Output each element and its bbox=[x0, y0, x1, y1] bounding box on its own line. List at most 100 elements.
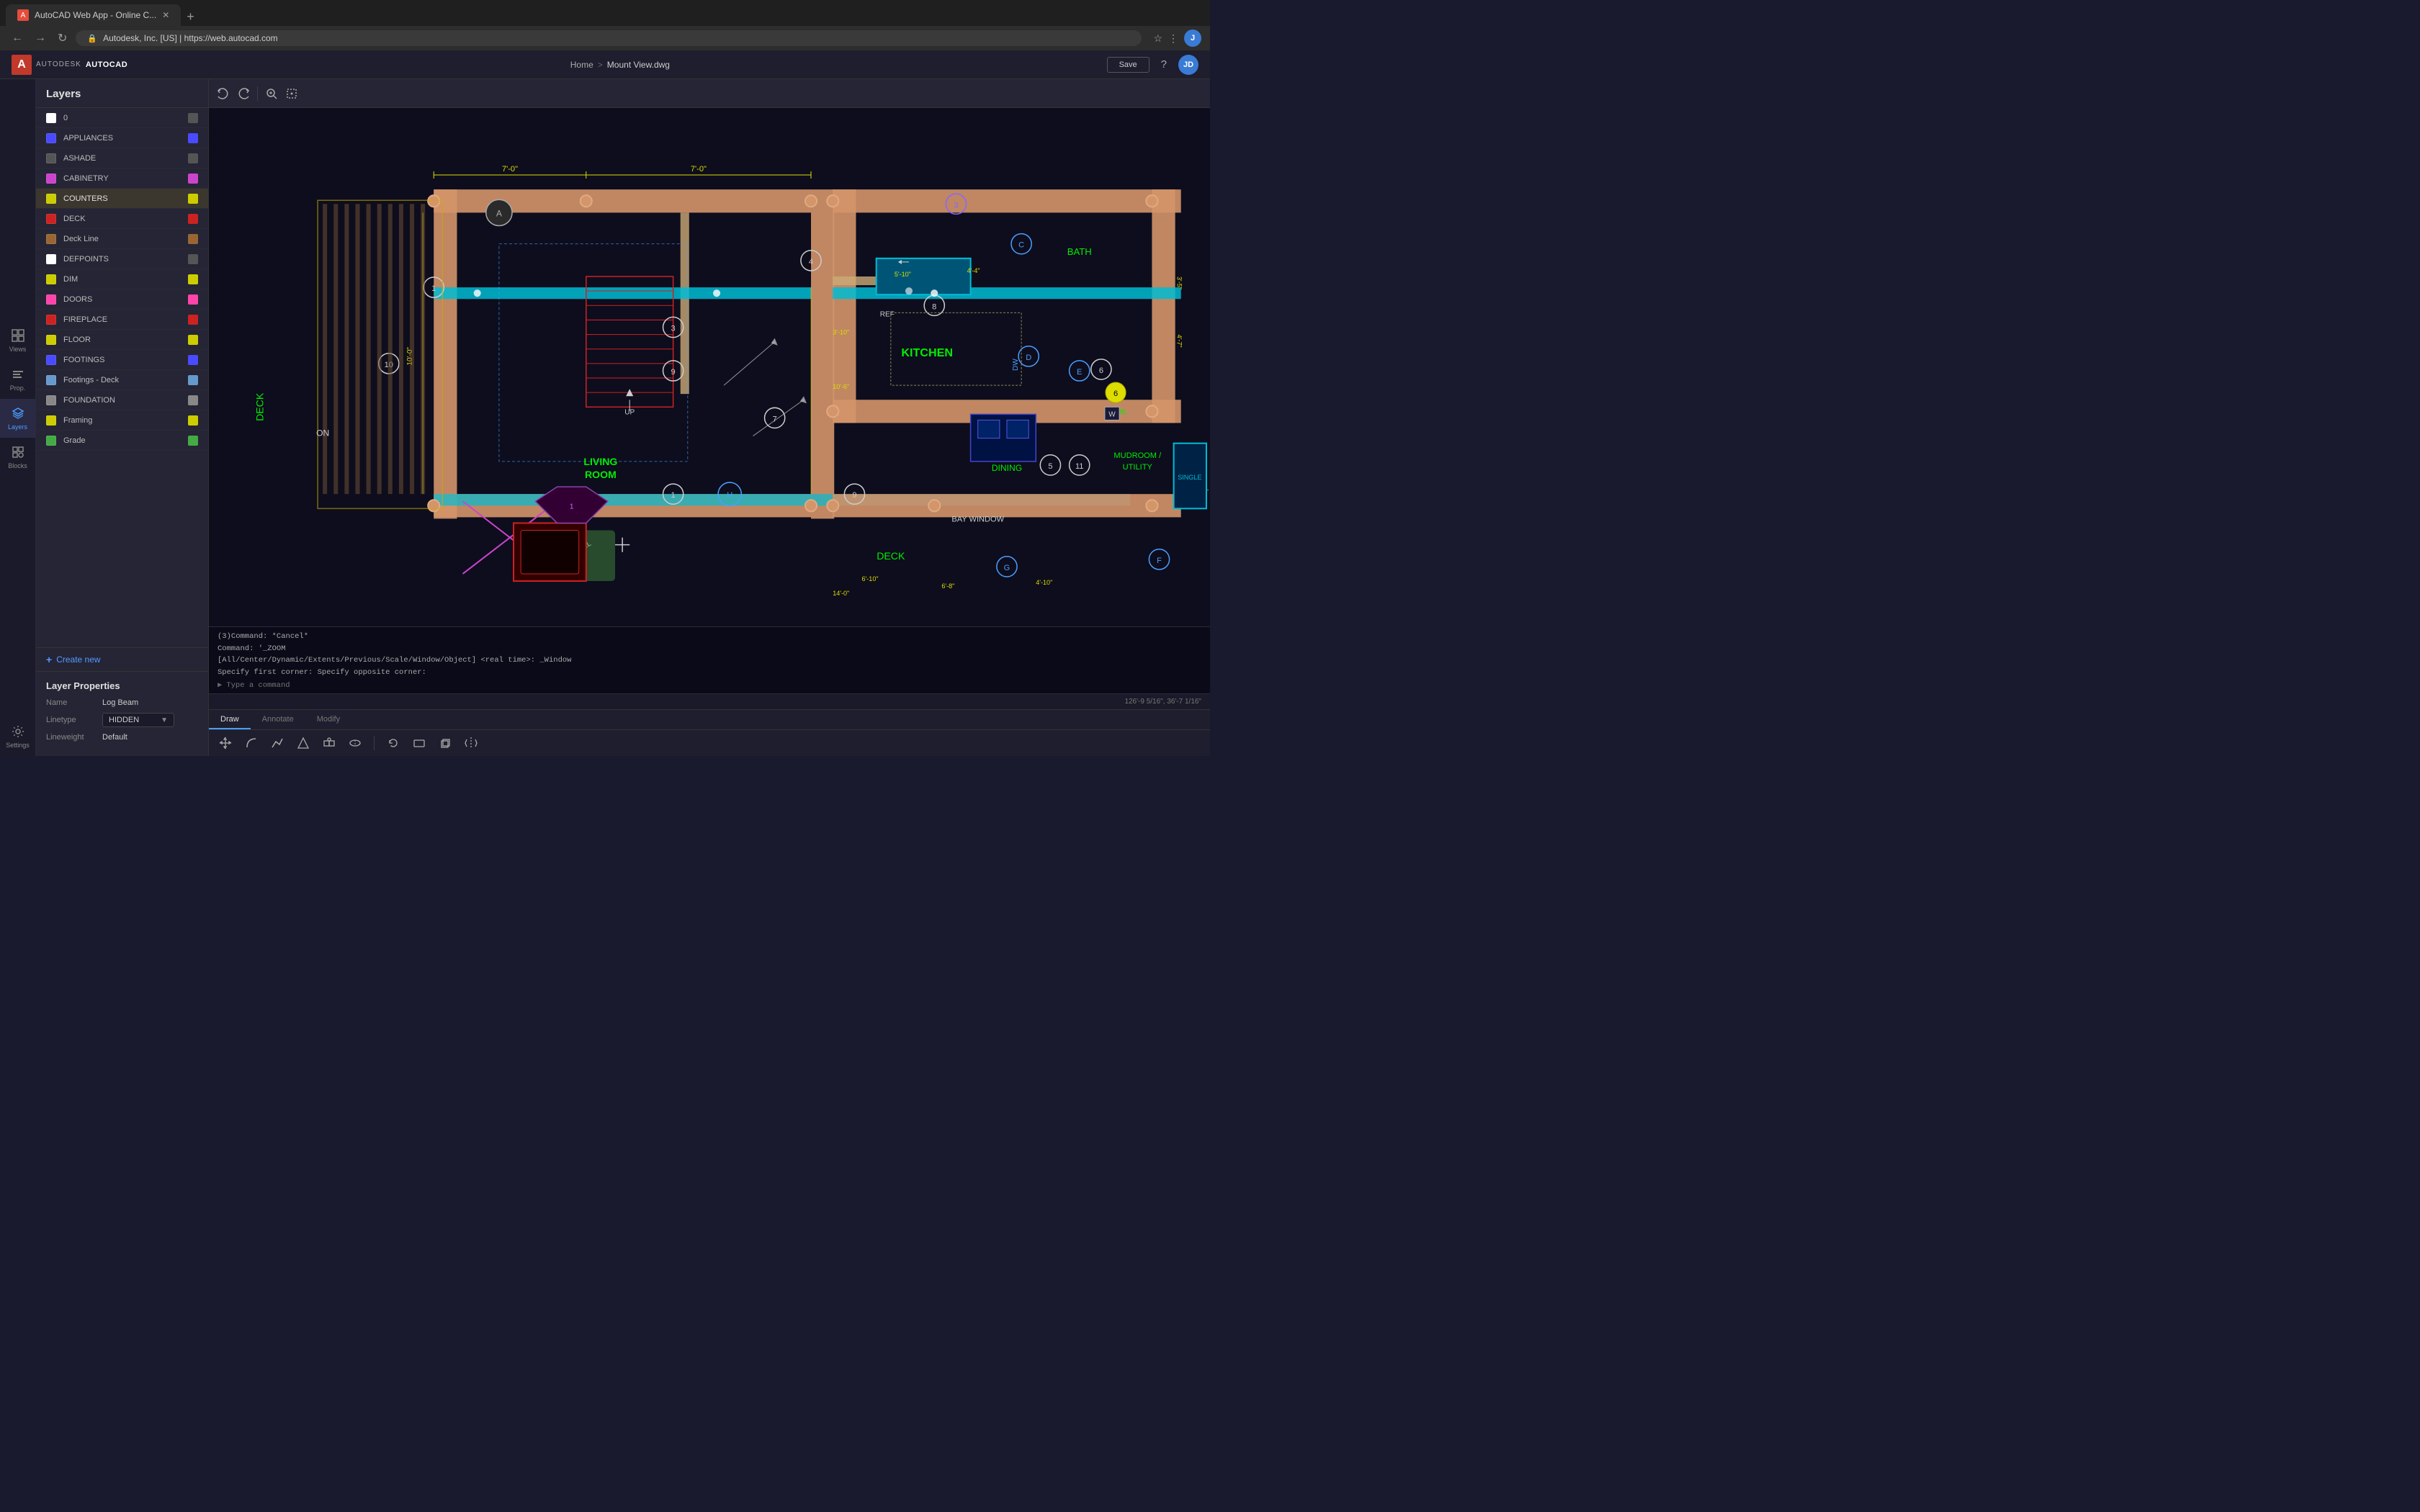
layer-item-0[interactable]: 0 bbox=[36, 108, 208, 128]
tab-modify[interactable]: Modify bbox=[305, 710, 351, 729]
layer-prop-name: Name Log Beam bbox=[46, 698, 198, 707]
coordinates-display: 126'-9 5/16", 36'-7 1/16" bbox=[1124, 698, 1201, 706]
svg-text:6: 6 bbox=[1113, 390, 1118, 398]
layer-color-deck bbox=[46, 214, 56, 224]
svg-text:DINING: DINING bbox=[992, 463, 1022, 473]
layer-swatch-dim bbox=[188, 274, 198, 284]
layer-item-appliances[interactable]: APPLIANCES bbox=[36, 128, 208, 148]
layer-item-deck-line[interactable]: Deck Line bbox=[36, 229, 208, 249]
layer-item-floor[interactable]: FLOOR bbox=[36, 330, 208, 350]
browser-tab-active[interactable]: A AutoCAD Web App - Online C... ✕ bbox=[6, 4, 181, 26]
help-icon[interactable]: ? bbox=[1161, 58, 1167, 71]
layer-name-cabinetry: CABINETRY bbox=[63, 174, 181, 183]
copy-tool[interactable] bbox=[436, 734, 454, 752]
ellipse-tool[interactable] bbox=[346, 734, 364, 752]
properties-label: Prop. bbox=[10, 384, 26, 392]
svg-text:F: F bbox=[1157, 557, 1162, 565]
tab-annotate[interactable]: Annotate bbox=[251, 710, 305, 729]
create-new-button[interactable]: + Create new bbox=[46, 654, 198, 665]
layer-item-fireplace[interactable]: FIREPLACE bbox=[36, 310, 208, 330]
app-body: Views Prop. Layers bbox=[0, 79, 1210, 756]
linetype-dropdown[interactable]: HIDDEN ▼ bbox=[102, 713, 174, 727]
sidebar-item-properties[interactable]: Prop. bbox=[0, 360, 35, 399]
svg-text:7'-0": 7'-0" bbox=[691, 165, 707, 174]
layer-properties-title: Layer Properties bbox=[46, 680, 198, 691]
blocks-icon bbox=[11, 445, 25, 459]
layer-swatch-counters bbox=[188, 194, 198, 204]
layer-swatch-foundation bbox=[188, 395, 198, 405]
browser-menu-button[interactable]: ⋮ bbox=[1168, 32, 1178, 45]
svg-text:W: W bbox=[1108, 410, 1116, 418]
cmd-line-4: Specify first corner: Specify opposite c… bbox=[218, 667, 1201, 679]
layer-item-foundation[interactable]: FOUNDATION bbox=[36, 390, 208, 410]
tab-close-button[interactable]: ✕ bbox=[162, 10, 169, 20]
refresh-button[interactable]: ↻ bbox=[55, 28, 70, 48]
rect-tool[interactable] bbox=[410, 734, 429, 752]
cmd-line-3: [All/Center/Dynamic/Extents/Previous/Sca… bbox=[218, 654, 1201, 667]
layer-item-defpoints[interactable]: DEFPOINTS bbox=[36, 249, 208, 269]
undo-tool[interactable] bbox=[384, 734, 403, 752]
layer-swatch-footings-deck bbox=[188, 375, 198, 385]
name-label: Name bbox=[46, 698, 97, 707]
layer-swatch-cabinetry bbox=[188, 174, 198, 184]
layer-item-counters[interactable]: COUNTERS bbox=[36, 189, 208, 209]
app-header: A AUTODESK AUTOCAD Home > Mount View.dwg… bbox=[0, 50, 1210, 79]
layer-item-framing[interactable]: Framing bbox=[36, 410, 208, 431]
mirror-tool[interactable] bbox=[462, 734, 480, 752]
back-button[interactable]: ← bbox=[9, 29, 26, 48]
breadcrumb-home[interactable]: Home bbox=[570, 60, 593, 70]
layer-item-grade[interactable]: Grade bbox=[36, 431, 208, 451]
layer-item-footings[interactable]: FOOTINGS bbox=[36, 350, 208, 370]
search-zoom-button[interactable] bbox=[263, 85, 280, 102]
polyline-tool[interactable] bbox=[268, 734, 287, 752]
layer-color-fireplace bbox=[46, 315, 56, 325]
layer-item-footings-deck[interactable]: Footings - Deck bbox=[36, 370, 208, 390]
svg-text:3: 3 bbox=[671, 325, 676, 333]
move-tool[interactable] bbox=[216, 734, 235, 752]
layer-color-dim bbox=[46, 274, 56, 284]
svg-text:SINGLE: SINGLE bbox=[1178, 474, 1201, 481]
linetype-value: HIDDEN bbox=[109, 716, 139, 724]
tab-draw[interactable]: Draw bbox=[209, 710, 251, 729]
sidebar-item-views[interactable]: Views bbox=[0, 320, 35, 360]
layer-item-dim[interactable]: DIM bbox=[36, 269, 208, 289]
undo-button[interactable] bbox=[215, 85, 232, 102]
forward-button[interactable]: → bbox=[32, 29, 49, 48]
sidebar-item-settings[interactable]: Settings bbox=[0, 717, 35, 756]
layer-item-doors[interactable]: DOORS bbox=[36, 289, 208, 310]
arc-tool[interactable] bbox=[242, 734, 261, 752]
sidebar-item-layers[interactable]: Layers bbox=[0, 399, 35, 438]
svg-text:BATH: BATH bbox=[1067, 246, 1092, 257]
tab-modify-label: Modify bbox=[317, 715, 340, 724]
address-bar-field[interactable]: 🔒 Autodesk, Inc. [US] | https://web.auto… bbox=[76, 30, 1142, 46]
layer-name-0: 0 bbox=[63, 114, 181, 122]
block-tool[interactable] bbox=[320, 734, 339, 752]
new-tab-button[interactable]: + bbox=[181, 9, 200, 24]
layer-item-deck[interactable]: DECK bbox=[36, 209, 208, 229]
browser-user-avatar[interactable]: J bbox=[1184, 30, 1201, 47]
sidebar-item-blocks[interactable]: Blocks bbox=[0, 438, 35, 477]
svg-text:UTILITY: UTILITY bbox=[1123, 463, 1153, 472]
layer-name-floor: FLOOR bbox=[63, 336, 181, 344]
svg-text:3: 3 bbox=[954, 201, 958, 210]
svg-text:3'-5": 3'-5" bbox=[1176, 276, 1183, 289]
layer-item-ashade[interactable]: ASHADE bbox=[36, 148, 208, 168]
svg-text:D: D bbox=[1026, 354, 1031, 362]
command-input-field[interactable] bbox=[226, 681, 1201, 690]
layer-color-cabinetry bbox=[46, 174, 56, 184]
save-button[interactable]: Save bbox=[1107, 57, 1150, 73]
layer-color-defpoints bbox=[46, 254, 56, 264]
user-avatar[interactable]: JD bbox=[1178, 55, 1198, 75]
layer-swatch-appliances bbox=[188, 133, 198, 143]
bookmark-button[interactable]: ☆ bbox=[1153, 32, 1162, 45]
logo-icon: A bbox=[12, 55, 32, 75]
redo-button[interactable] bbox=[235, 85, 252, 102]
layer-item-cabinetry[interactable]: CABINETRY bbox=[36, 168, 208, 189]
layer-name-dim: DIM bbox=[63, 275, 181, 284]
select-button[interactable] bbox=[283, 85, 300, 102]
cad-canvas[interactable]: 7'-0" 7'-0" 10'-0" bbox=[209, 108, 1210, 626]
settings-label: Settings bbox=[6, 742, 30, 749]
svg-text:6: 6 bbox=[1099, 366, 1103, 375]
breadcrumb-separator: > bbox=[598, 60, 603, 70]
triangle-tool[interactable] bbox=[294, 734, 313, 752]
